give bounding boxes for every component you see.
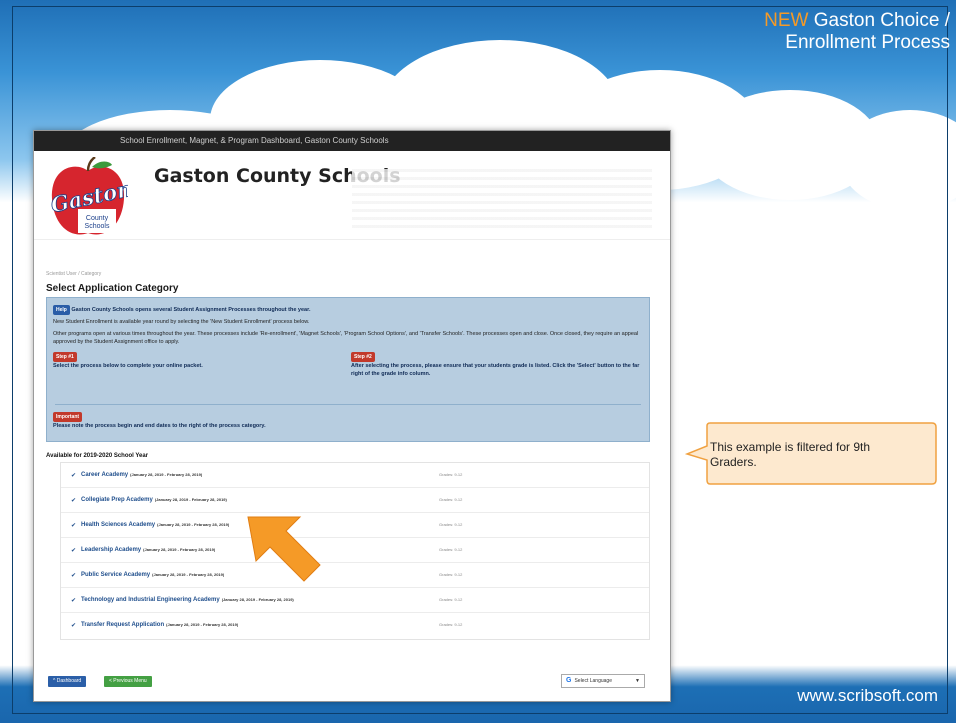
info-paragraph-2: Other programs open at various times thr… (53, 331, 639, 345)
academy-dates: (January 28, 2019 - February 28, 2019) (143, 547, 216, 552)
list-item[interactable]: ✔ Career Academy (January 28, 2019 - Febr… (61, 463, 649, 488)
dashboard-screenshot: School Enrollment, Magnet, & Program Das… (33, 130, 671, 702)
info-paragraph-1: New Student Enrollment is available year… (53, 319, 310, 325)
gaston-apple-logo: Gaston County Schools (48, 157, 128, 235)
important-badge: Important (53, 412, 83, 422)
academy-name[interactable]: Health Sciences Academy (81, 522, 155, 528)
check-icon: ✔ (71, 548, 77, 554)
step1-text: Select the process below to complete you… (53, 363, 203, 369)
help-line: Gaston County Schools opens several Stud… (71, 307, 311, 313)
select-language-label: Select Language (574, 678, 612, 684)
academy-dates: (January 28, 2019 - February 28, 2019) (152, 572, 225, 577)
help-row: Help Gaston County Schools opens several… (53, 305, 643, 315)
academy-name[interactable]: Collegiate Prep Academy (81, 497, 153, 503)
step2-text: After selecting the process, please ensu… (351, 363, 640, 377)
panel-divider (55, 404, 641, 405)
academy-dates: (January 28, 2019 - February 28, 2019) (221, 597, 294, 602)
step1-badge: Step #1 (53, 352, 77, 362)
page-title: Select Application Category (46, 283, 179, 294)
academy-name[interactable]: Public Service Academy (81, 572, 150, 578)
slide-title-new: NEW (764, 10, 809, 31)
app-header: Gaston County Schools Gaston County Scho… (34, 151, 670, 240)
academy-grades: Grades: 9-12 (439, 572, 463, 577)
check-icon: ✔ (71, 623, 77, 629)
callout-text: This example is filtered for 9th Graders… (710, 440, 871, 469)
academy-name[interactable]: Transfer Request Application (81, 622, 164, 628)
google-icon: G (566, 677, 572, 684)
slide-title-line2: Enrollment Process (785, 32, 950, 53)
list-item[interactable]: ✔ Public Service Academy (January 28, 201… (61, 563, 649, 588)
check-icon: ✔ (71, 523, 77, 529)
list-item[interactable]: ✔ Technology and Industrial Engineering … (61, 588, 649, 613)
academy-grades: Grades: 9-12 (439, 522, 463, 527)
select-language-dropdown[interactable]: G Select Language ▼ (561, 674, 645, 688)
dashboard-button[interactable]: ^ Dashboard (48, 676, 87, 687)
list-item[interactable]: ✔ Leadership Academy (January 28, 2019 - … (61, 538, 649, 563)
step1-block: Step #1 Select the process below to comp… (53, 352, 343, 370)
academy-grades: Grades: 9-12 (439, 597, 463, 602)
list-item[interactable]: ✔ Health Sciences Academy (January 28, 20… (61, 513, 649, 538)
app-topbar: School Enrollment, Magnet, & Program Das… (34, 131, 670, 151)
academy-grades: Grades: 9-12 (439, 547, 463, 552)
website-url: www.scribsoft.com (797, 686, 938, 705)
logo-county-text: County (86, 215, 109, 222)
check-icon: ✔ (71, 598, 77, 604)
previous-menu-button[interactable]: < Previous Menu (104, 676, 152, 687)
help-badge: Help (53, 305, 70, 315)
slide-title-line1: Gaston Choice / (813, 10, 950, 31)
important-block: Important Please note the process begin … (53, 412, 643, 430)
academy-grades: Grades: 9-12 (439, 472, 463, 477)
important-text: Please note the process begin and end da… (53, 423, 266, 429)
academy-dates: (January 28, 2019 - February 28, 2019) (157, 522, 230, 527)
academy-name[interactable]: Technology and Industrial Engineering Ac… (81, 597, 220, 603)
academy-name[interactable]: Leadership Academy (81, 547, 141, 553)
check-icon: ✔ (71, 498, 77, 504)
slide-title: NEW Gaston Choice / Enrollment Process (764, 10, 950, 54)
header-faded-text (352, 169, 652, 231)
instructions-panel: Help Gaston County Schools opens several… (46, 297, 650, 442)
academy-name[interactable]: Career Academy (81, 472, 128, 478)
check-icon: ✔ (71, 573, 77, 579)
step2-block: Step #2 After selecting the process, ple… (351, 352, 643, 378)
academy-grades: Grades: 9-12 (439, 622, 463, 627)
pointer-arrow-icon (247, 516, 321, 582)
academy-dates: (January 28, 2019 - February 28, 2019) (166, 622, 239, 627)
academy-dates: (January 28, 2019 - February 28, 2019) (130, 472, 203, 477)
academy-dates: (January 28, 2019 - February 28, 2019) (154, 497, 227, 502)
check-icon: ✔ (71, 473, 77, 479)
list-title: Available for 2019-2020 School Year (46, 453, 149, 459)
chevron-down-icon: ▼ (635, 678, 640, 684)
academy-list: ✔ Career Academy (January 28, 2019 - Febr… (60, 462, 650, 640)
academy-grades: Grades: 9-12 (439, 497, 463, 502)
list-item[interactable]: ✔ Transfer Request Application (January 2… (61, 613, 649, 637)
step2-badge: Step #2 (351, 352, 375, 362)
logo-schools-text: Schools (85, 223, 110, 230)
breadcrumb[interactable]: Scientist User / Category (46, 271, 101, 277)
list-item[interactable]: ✔ Collegiate Prep Academy (January 28, 20… (61, 488, 649, 513)
